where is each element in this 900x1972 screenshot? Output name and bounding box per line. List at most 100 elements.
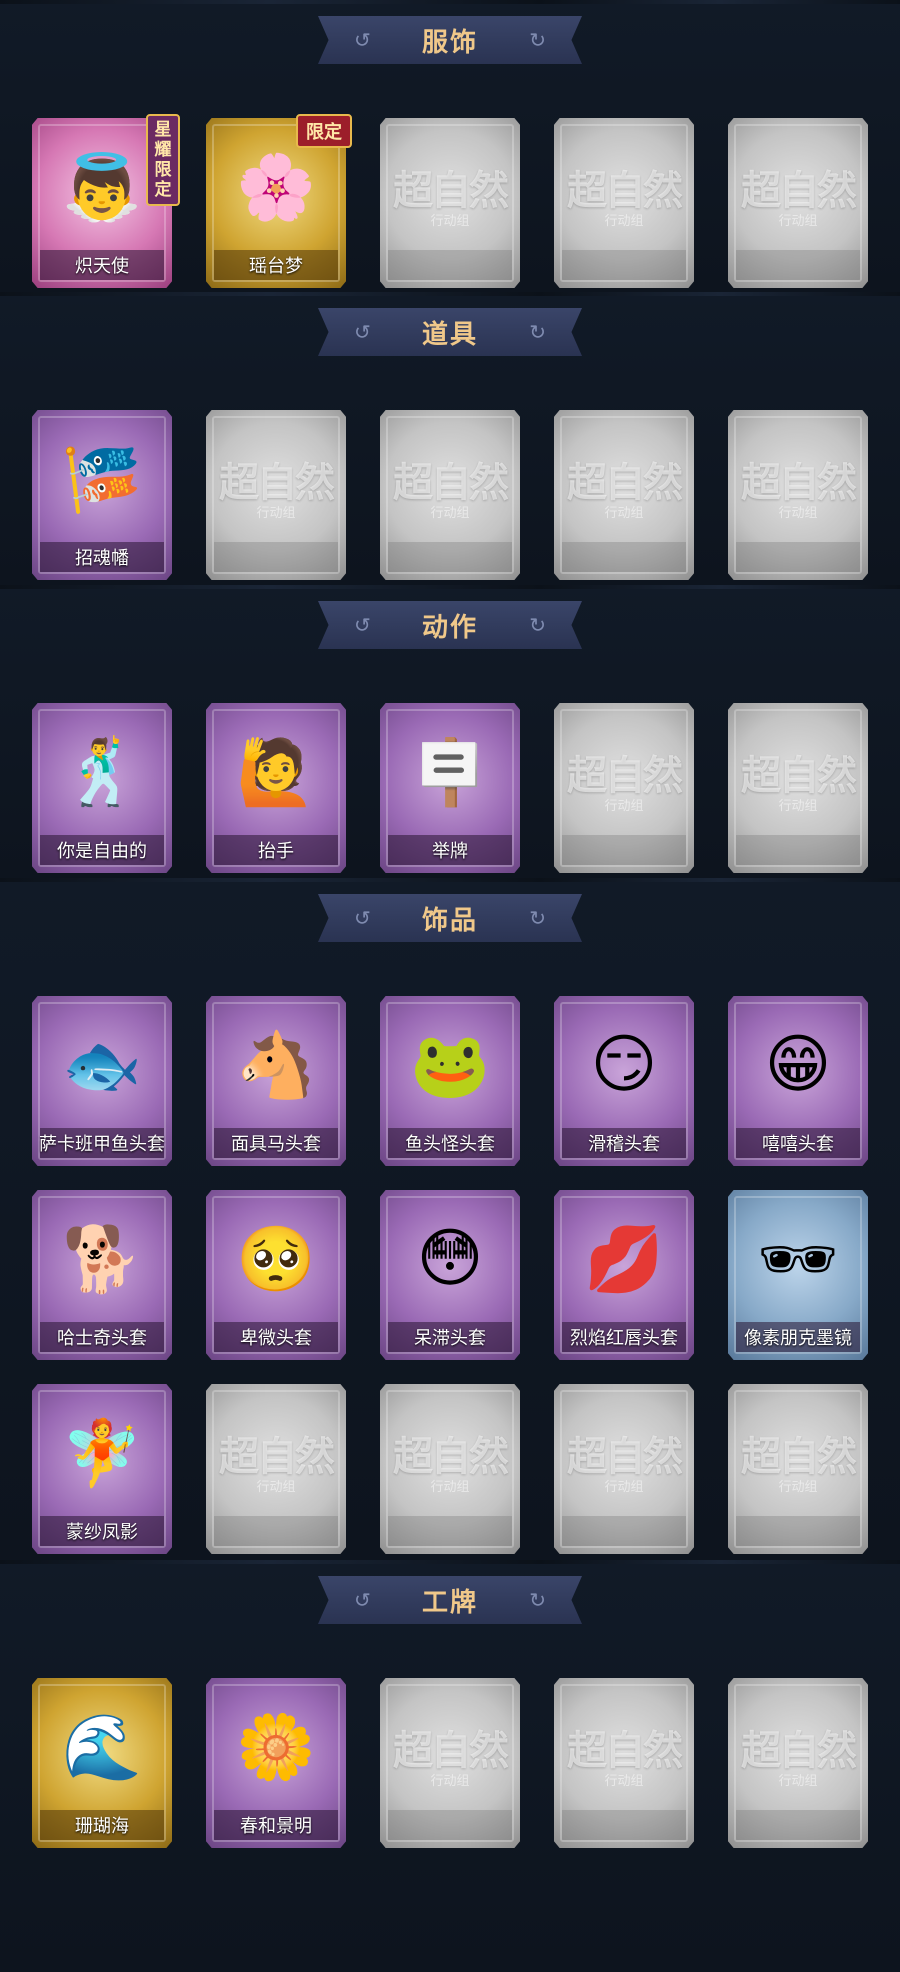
- empty-item-slot[interactable]: 超自然 行动组: [380, 410, 520, 580]
- item-card[interactable]: 🎏 招魂幡: [32, 410, 172, 580]
- card-label-bar: 萨卡班甲鱼头套: [39, 1128, 165, 1158]
- item-card[interactable]: 💋 烈焰红唇头套: [554, 1190, 694, 1360]
- placeholder-logo: 超自然: [219, 1433, 335, 1480]
- item-card[interactable]: 🐕 哈士奇头套: [32, 1190, 172, 1360]
- placeholder-logo-subtitle: 行动组: [430, 506, 470, 521]
- item-card[interactable]: 🌼 春和景明: [206, 1678, 346, 1848]
- placeholder-logo-subtitle: 行动组: [604, 1774, 644, 1789]
- coral-sea-badge-icon: 🌊: [52, 1692, 152, 1802]
- section-title: 饰品: [421, 905, 478, 936]
- card-label-bar: 招魂幡: [40, 542, 164, 572]
- swirl-ornament-icon: ↻: [529, 320, 546, 344]
- card-label-bar: [736, 835, 860, 865]
- section-title: 道具: [421, 319, 478, 350]
- empty-item-slot[interactable]: 超自然 行动组: [554, 703, 694, 873]
- card-label-bar: 你是自由的: [40, 835, 164, 865]
- item-art-glyph: 😁: [764, 1028, 832, 1102]
- red-lips-mask-icon: 💋: [574, 1204, 674, 1314]
- empty-item-slot[interactable]: 超自然 行动组: [380, 118, 520, 288]
- empty-item-slot[interactable]: 超自然 行动组: [728, 703, 868, 873]
- item-name: 抬手: [258, 841, 294, 862]
- placeholder-logo-subtitle: 行动组: [604, 506, 644, 521]
- item-name: 卑微头套: [240, 1328, 312, 1349]
- placeholder-logo: 超自然: [219, 459, 335, 506]
- card-label-bar: [214, 1516, 338, 1546]
- placeholder-logo-subtitle: 行动组: [430, 214, 470, 229]
- item-art-glyph: 👼: [62, 150, 142, 225]
- item-card[interactable]: 🐴 面具马头套: [206, 996, 346, 1166]
- card-label-bar: 面具马头套: [214, 1128, 338, 1158]
- empty-item-slot[interactable]: 超自然 行动组: [380, 1384, 520, 1554]
- item-art-glyph: 🐴: [236, 1028, 316, 1103]
- empty-item-slot[interactable]: 超自然 行动组: [554, 1384, 694, 1554]
- card-label-bar: [388, 1516, 512, 1546]
- card-label-bar: 像素朋克墨镜: [736, 1322, 860, 1352]
- item-card[interactable]: 🐟 萨卡班甲鱼头套: [32, 996, 172, 1166]
- placeholder-logo: 超自然: [741, 1727, 857, 1774]
- card-label-bar: [562, 542, 686, 572]
- item-name: 炽天使: [75, 256, 129, 277]
- card-label-bar: 烈焰红唇头套: [562, 1322, 686, 1352]
- empty-item-slot[interactable]: 超自然 行动组: [728, 118, 868, 288]
- card-label-bar: [736, 1516, 860, 1546]
- pixel-sunglasses-icon: 🕶: [748, 1204, 848, 1314]
- banner-icon: 🎏: [52, 424, 152, 534]
- fish-mask-icon: 🐟: [52, 1010, 152, 1120]
- item-card[interactable]: 🧚 蒙纱凤影: [32, 1384, 172, 1554]
- placeholder-logo-subtitle: 行动组: [604, 214, 644, 229]
- item-card[interactable]: 😁 嘻嘻头套: [728, 996, 868, 1166]
- empty-item-slot[interactable]: 超自然 行动组: [728, 1384, 868, 1554]
- item-card[interactable]: 🐸 鱼头怪头套: [380, 996, 520, 1166]
- empty-item-slot[interactable]: 超自然 行动组: [554, 410, 694, 580]
- item-card[interactable]: 👼 炽天使 星耀限定: [32, 114, 180, 288]
- card-label-bar: [388, 250, 512, 280]
- item-card[interactable]: 🥺 卑微头套: [206, 1190, 346, 1360]
- placeholder-logo-subtitle: 行动组: [430, 1774, 470, 1789]
- card-label-bar: [562, 1810, 686, 1840]
- section-props: ↺ 道具 ↻ 🎏 招魂幡 超自然 行动组 超自然 行动组 超自然 行动组 超自然 行动组: [0, 292, 900, 585]
- item-art-glyph: 🌼: [236, 1710, 316, 1785]
- card-label-bar: [736, 542, 860, 572]
- empty-item-slot[interactable]: 超自然 行动组: [554, 118, 694, 288]
- item-art-glyph: 🧚: [62, 1416, 142, 1491]
- placeholder-logo: 超自然: [567, 752, 683, 799]
- item-art-glyph: 😏: [590, 1028, 658, 1102]
- section-accessories: ↺ 饰品 ↻ 🐟 萨卡班甲鱼头套 🐴 面具马头套 🐸 鱼头怪头套 😏 滑稽头套 😁 嘻嘻头套 🐕 哈士奇头套…: [0, 878, 900, 1560]
- item-name: 春和景明: [240, 1816, 312, 1837]
- card-label-bar: [388, 542, 512, 572]
- item-card[interactable]: 🕶 像素朋克墨镜: [728, 1190, 868, 1360]
- placeholder-logo: 超自然: [567, 1727, 683, 1774]
- empty-item-slot[interactable]: 超自然 行动组: [206, 1384, 346, 1554]
- empty-item-slot[interactable]: 超自然 行动组: [206, 410, 346, 580]
- item-card[interactable]: 🙋 抬手: [206, 703, 346, 873]
- card-label-bar: [388, 1810, 512, 1840]
- item-art-glyph: 🐸: [410, 1028, 490, 1103]
- star-limited-badge: 星耀限定: [146, 114, 180, 206]
- item-card[interactable]: 😏 滑稽头套: [554, 996, 694, 1166]
- placeholder-logo-subtitle: 行动组: [778, 506, 818, 521]
- card-label-bar: [562, 1516, 686, 1546]
- grin-face-icon: 😁: [748, 1010, 848, 1120]
- item-name: 面具马头套: [231, 1134, 321, 1155]
- item-name: 滑稽头套: [588, 1134, 660, 1155]
- empty-item-slot[interactable]: 超自然 行动组: [728, 1678, 868, 1848]
- empty-item-slot[interactable]: 超自然 行动组: [380, 1678, 520, 1848]
- placeholder-logo: 超自然: [741, 167, 857, 214]
- dazed-face-icon: 😳: [400, 1204, 500, 1314]
- phoenix-pendant-icon: 🧚: [52, 1398, 152, 1508]
- item-card[interactable]: 🕺 你是自由的: [32, 703, 172, 873]
- item-card[interactable]: 🌸 瑶台梦 限定: [206, 114, 352, 288]
- item-card[interactable]: 🌊 珊瑚海: [32, 1678, 172, 1848]
- empty-item-slot[interactable]: 超自然 行动组: [554, 1678, 694, 1848]
- limited-badge: 限定: [296, 114, 352, 148]
- card-label-bar: 卑微头套: [214, 1322, 338, 1352]
- husky-mask-icon: 🐕: [52, 1204, 152, 1314]
- card-label-bar: [736, 1810, 860, 1840]
- empty-item-slot[interactable]: 超自然 行动组: [728, 410, 868, 580]
- item-card[interactable]: 😳 呆滞头套: [380, 1190, 520, 1360]
- placeholder-logo-subtitle: 行动组: [256, 1480, 296, 1495]
- item-name: 招魂幡: [75, 548, 129, 569]
- swirl-ornament-icon: ↺: [354, 1588, 371, 1612]
- item-card[interactable]: 🪧 举牌: [380, 703, 520, 873]
- placeholder-logo: 超自然: [567, 1433, 683, 1480]
